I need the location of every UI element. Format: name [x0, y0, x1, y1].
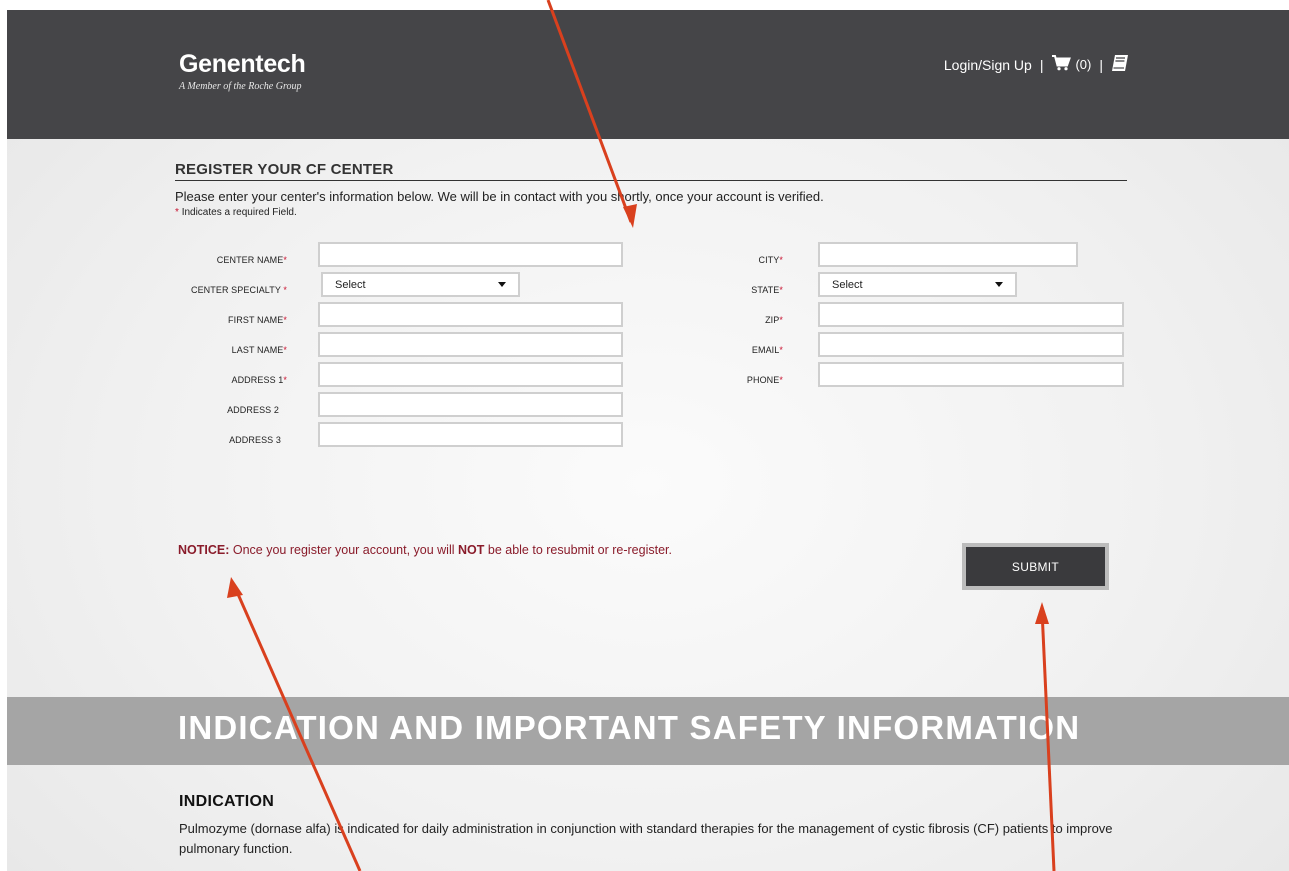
zip-label: ZIP* — [765, 315, 783, 325]
chevron-down-icon — [498, 282, 506, 287]
first-name-input[interactable] — [318, 302, 623, 327]
required-marker: * — [175, 207, 179, 218]
address1-label: ADDRESS 1* — [231, 375, 287, 385]
nav-separator: | — [1099, 56, 1103, 73]
cart-link[interactable]: (0) — [1051, 55, 1091, 74]
first-name-label: FIRST NAME* — [228, 315, 287, 325]
address2-label: ADDRESS 2 — [227, 405, 279, 415]
notice-not: NOT — [458, 543, 485, 557]
cart-count: (0) — [1075, 57, 1092, 72]
login-signup-link[interactable]: Login/Sign Up — [944, 57, 1032, 73]
email-input[interactable] — [818, 332, 1124, 357]
page-canvas: Genentech A Member of the Roche Group Lo… — [7, 10, 1289, 871]
notice-label: NOTICE: — [178, 543, 230, 557]
email-label: EMAIL* — [751, 345, 783, 355]
city-input[interactable] — [818, 242, 1078, 267]
state-select[interactable]: Select — [818, 272, 1017, 297]
center-specialty-select[interactable]: Select — [321, 272, 520, 297]
required-note: * Indicates a required Field. — [175, 207, 297, 218]
form-title: REGISTER YOUR CF CENTER — [175, 161, 394, 178]
last-name-input[interactable] — [318, 332, 623, 357]
brand-tagline: A Member of the Roche Group — [179, 81, 302, 92]
indication-heading: INDICATION — [179, 793, 275, 810]
phone-label: PHONE* — [746, 375, 783, 385]
required-note-text: Indicates a required Field. — [181, 207, 297, 218]
notice-text: NOTICE: Once you register your account, … — [178, 543, 672, 557]
isi-title: INDICATION AND IMPORTANT SAFETY INFORMAT… — [178, 709, 1081, 746]
state-label: STATE* — [751, 285, 783, 295]
nav-separator: | — [1039, 56, 1044, 73]
center-name-input[interactable] — [318, 242, 623, 267]
book-icon[interactable] — [1111, 54, 1129, 75]
indication-text: Pulmozyme (dornase alfa) is indicated fo… — [179, 821, 1113, 856]
city-label: CITY* — [758, 255, 783, 265]
form-intro: Please enter your center's information b… — [175, 189, 824, 204]
cart-icon — [1051, 55, 1072, 74]
chevron-down-icon — [995, 282, 1003, 287]
site-header: Genentech A Member of the Roche Group Lo… — [7, 10, 1289, 139]
center-specialty-value: Select — [335, 278, 366, 291]
address2-input[interactable] — [318, 392, 623, 417]
address3-label: ADDRESS 3 — [229, 435, 281, 445]
title-divider — [175, 180, 1127, 181]
zip-input[interactable] — [818, 302, 1124, 327]
brand-logo[interactable]: Genentech — [179, 50, 306, 79]
center-name-label: CENTER NAME* — [216, 255, 287, 265]
address1-input[interactable] — [318, 362, 623, 387]
center-specialty-label: CENTER SPECIALTY * — [190, 285, 287, 295]
last-name-label: LAST NAME* — [231, 345, 287, 355]
top-nav: Login/Sign Up | (0) | — [944, 54, 1129, 75]
address3-input[interactable] — [318, 422, 623, 447]
submit-button[interactable]: SUBMIT — [962, 543, 1109, 590]
state-value: Select — [832, 278, 863, 291]
phone-input[interactable] — [818, 362, 1124, 387]
